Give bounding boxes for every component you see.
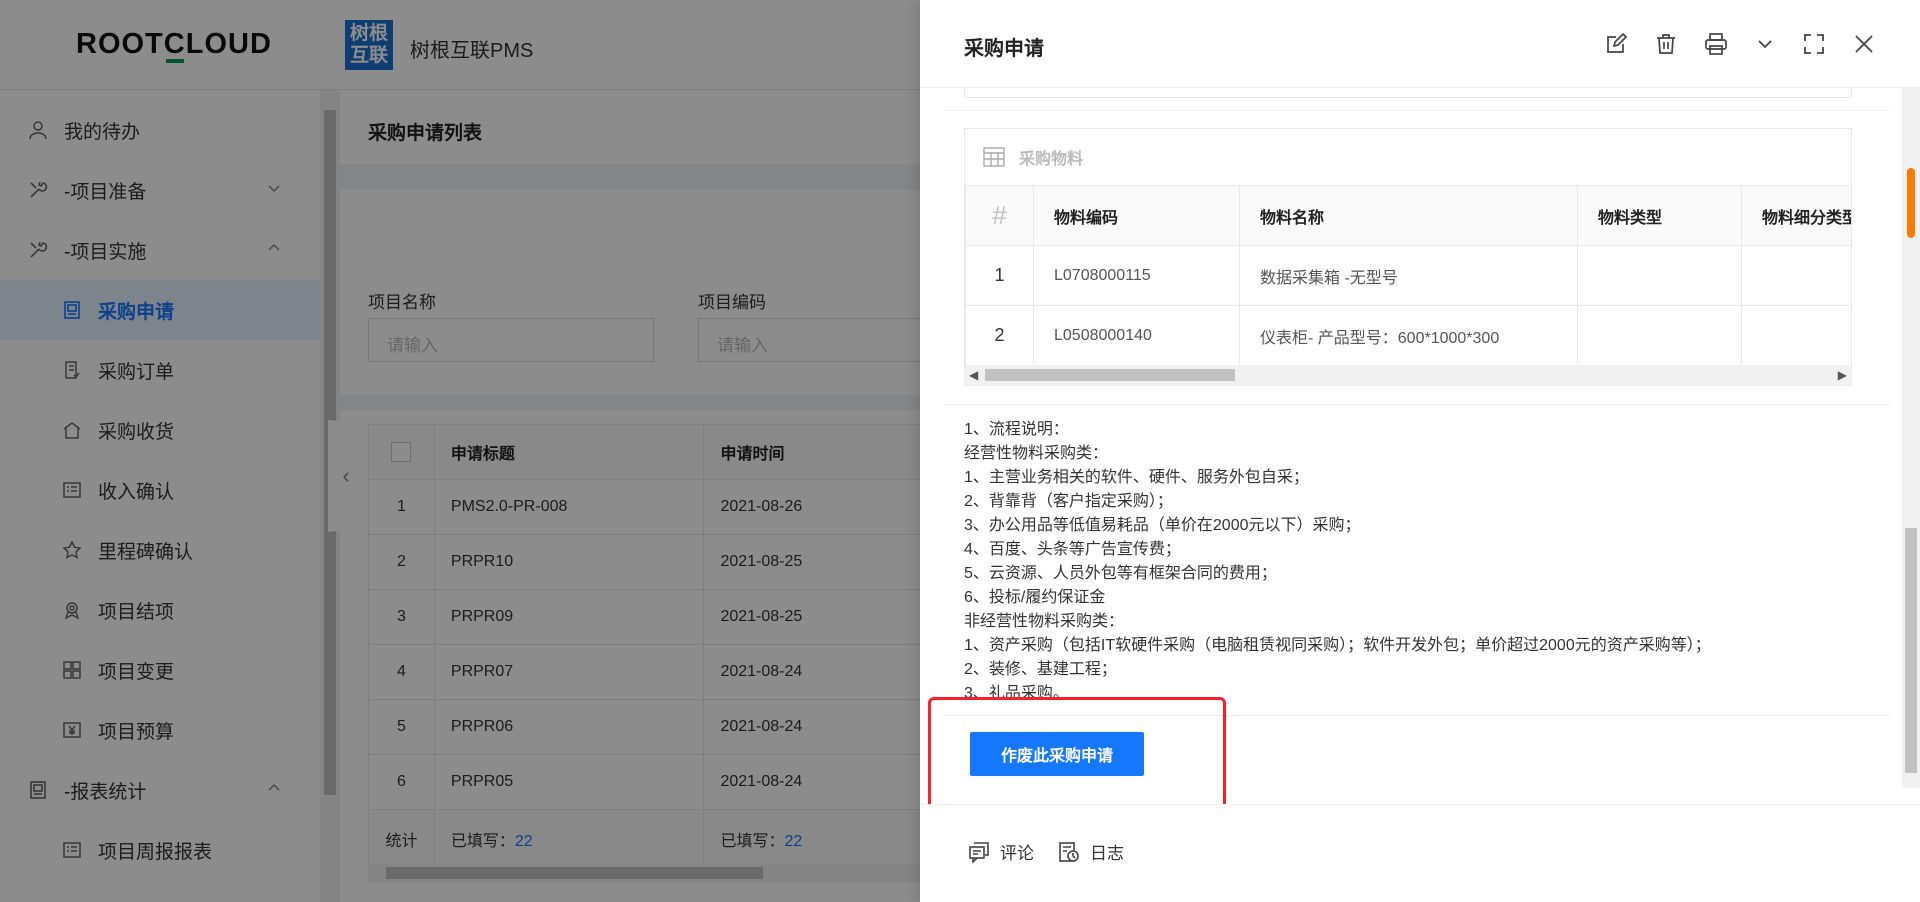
fullscreen-icon[interactable] — [1798, 28, 1830, 60]
column-header-material-type[interactable]: 物料类型 — [1577, 185, 1742, 246]
note-line: 1、主营业务相关的软件、硬件、服务外包自采； — [964, 469, 1309, 486]
material-table: # 物料编码 物料名称 物料类型 物料细分类型 1 L0708000115 数据… — [965, 185, 1851, 365]
note-line: 1、流程说明： — [964, 421, 1069, 438]
table-icon — [983, 147, 1005, 167]
material-section: 采购物料 # 物料编码 物料名称 物料类型 物料细分类型 1 L07080001… — [964, 128, 1852, 386]
material-table-scrollbar[interactable]: ◀ ▶ — [965, 365, 1851, 385]
comment-label: 评论 — [1000, 844, 1034, 863]
chevron-down-icon[interactable] — [1749, 28, 1781, 60]
divider — [944, 715, 1890, 716]
drawer-header: 采购申请 — [920, 0, 1920, 88]
drawer-title: 采购申请 — [964, 38, 1044, 60]
table-row[interactable]: 1 L0708000115 数据采集箱 -无型号 — [965, 245, 1851, 306]
purchase-request-drawer: 采购申请 采购物料 # 物料编码 物料名称 物料类型 物料细分类型 1 L070… — [920, 0, 1920, 902]
note-line: 5、云资源、人员外包等有框架合同的费用； — [964, 565, 1277, 582]
field-edge — [964, 88, 1852, 98]
process-notes: 1、流程说明： 经营性物料采购类： 1、主营业务相关的软件、硬件、服务外包自采；… — [964, 418, 1864, 706]
scroll-right-arrow-icon[interactable]: ▶ — [1838, 368, 1847, 382]
comment-icon — [968, 841, 990, 863]
void-purchase-request-button[interactable]: 作废此采购申请 — [970, 732, 1144, 776]
drawer-footer: 评论 日志 — [920, 804, 1920, 902]
note-line: 2、装修、基建工程； — [964, 661, 1117, 678]
note-line: 经营性物料采购类： — [964, 445, 1109, 462]
note-line: 1、资产采购（包括IT软硬件采购（电脑租赁视同采购）；软件开发外包；单价超过20… — [964, 637, 1711, 654]
column-header-material-subtype[interactable]: 物料细分类型 — [1741, 185, 1851, 246]
note-line: 2、背靠背（客户指定采购）； — [964, 493, 1173, 510]
log-icon — [1058, 841, 1080, 863]
edit-icon[interactable] — [1600, 28, 1632, 60]
note-line: 6、投标/履约保证金 — [964, 589, 1106, 606]
log-label: 日志 — [1090, 844, 1124, 863]
scrollbar-thumb[interactable] — [1905, 528, 1917, 773]
scroll-indicator — [1907, 168, 1915, 238]
material-section-header: 采购物料 — [965, 129, 1853, 185]
column-header-material-name[interactable]: 物料名称 — [1239, 185, 1578, 246]
drawer-body: 采购物料 # 物料编码 物料名称 物料类型 物料细分类型 1 L07080001… — [920, 88, 1900, 804]
scrollbar-thumb[interactable] — [985, 369, 1235, 381]
table-header-row: # 物料编码 物料名称 物料类型 物料细分类型 — [965, 185, 1851, 246]
note-line: 3、礼品采购。 — [964, 685, 1069, 702]
drawer-vertical-scrollbar[interactable] — [1902, 88, 1920, 788]
comment-button[interactable]: 评论 — [968, 839, 1034, 864]
note-line: 非经营性物料采购类： — [964, 613, 1125, 630]
note-line: 4、百度、头条等广告宣传费； — [964, 541, 1181, 558]
print-icon[interactable] — [1700, 28, 1732, 60]
delete-icon[interactable] — [1650, 28, 1682, 60]
material-section-title: 采购物料 — [1019, 151, 1084, 168]
material-table-wrapper: # 物料编码 物料名称 物料类型 物料细分类型 1 L0708000115 数据… — [965, 185, 1851, 365]
column-header-material-code[interactable]: 物料编码 — [1033, 185, 1240, 246]
scroll-left-arrow-icon[interactable]: ◀ — [969, 368, 978, 382]
divider — [944, 110, 1890, 111]
note-line: 3、办公用品等低值易耗品（单价在2000元以下）采购； — [964, 517, 1361, 534]
overlay-mask[interactable] — [0, 0, 920, 902]
divider — [944, 404, 1890, 405]
table-row[interactable]: 2 L0508000140 仪表柜- 产品型号：600*1000*300 — [965, 305, 1851, 365]
log-button[interactable]: 日志 — [1058, 839, 1124, 864]
close-icon[interactable] — [1848, 28, 1880, 60]
column-header-index: # — [965, 185, 1034, 246]
